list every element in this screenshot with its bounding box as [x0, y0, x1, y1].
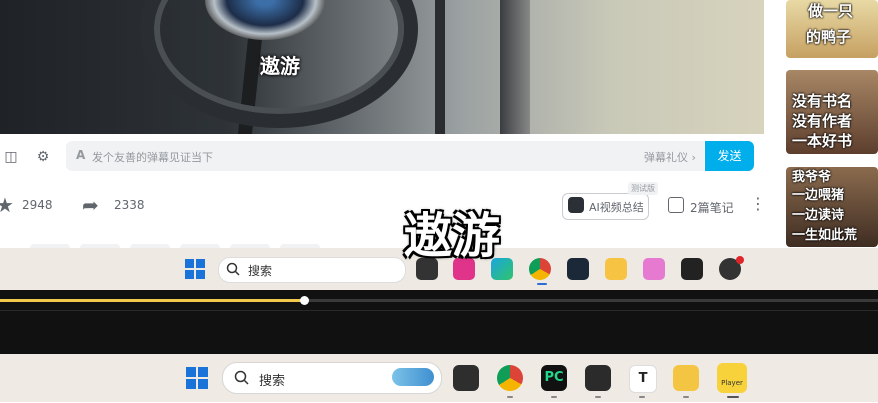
timeline-progress [0, 299, 304, 302]
task-view-icon[interactable] [453, 365, 479, 391]
thumb-text: 的鸭子 [806, 28, 852, 46]
thumb-text: 没有书名 [792, 92, 853, 110]
notes-link[interactable]: 2篇笔记 [690, 199, 734, 216]
danmaku-etiquette-link[interactable]: 弹幕礼仪 › [644, 149, 696, 165]
terminal-icon[interactable] [585, 365, 611, 391]
recommend-thumbnail[interactable]: 做一只 的鸭子 [786, 0, 878, 58]
notification-dot [736, 256, 744, 264]
share-count: 2338 [114, 198, 145, 212]
windows-start-icon[interactable] [186, 367, 208, 389]
terminal-icon[interactable] [681, 258, 703, 280]
running-indicator [595, 396, 601, 398]
danmaku-toggle-icon[interactable]: ◫ [0, 146, 22, 168]
thumb-text: 一本好书 [792, 132, 853, 150]
stove-grate [435, 0, 445, 134]
taskbar-search[interactable] [218, 257, 406, 283]
running-indicator [639, 396, 645, 398]
recommend-thumbnail[interactable]: 我爷爷 一边喂猪 一边读诗 一生如此荒 [786, 167, 878, 247]
subtitle-overlay: 遨游 [404, 208, 501, 264]
potplayer-icon[interactable]: Player [717, 363, 747, 393]
steam-icon[interactable] [567, 258, 589, 280]
video-caption: 遨游 [260, 54, 300, 78]
danmaku-placeholder: 发个友善的弹幕见证当下 [92, 151, 213, 164]
typora-icon[interactable]: T [629, 365, 657, 393]
share-icon[interactable]: ➦ [82, 193, 99, 217]
running-indicator [683, 396, 689, 398]
thumb-text: 一边喂猪 [792, 188, 845, 203]
timeline-handle[interactable] [299, 296, 309, 305]
font-style-icon[interactable]: A [76, 148, 85, 162]
video-player[interactable]: 遨游 [0, 0, 764, 134]
thumb-text: 没有作者 [792, 112, 853, 130]
thumb-text: 一边读诗 [792, 208, 845, 223]
thumb-text: 一生如此荒 [792, 228, 858, 243]
recommend-thumbnail[interactable]: 没有书名 没有作者 一本好书 [786, 70, 878, 154]
favorite-icon[interactable]: ★ [0, 193, 14, 217]
robot-icon [568, 197, 584, 213]
thumb-text: 做一只 [808, 2, 854, 20]
search-highlight-icon [392, 368, 434, 386]
chrome-icon[interactable] [529, 258, 551, 280]
divider [0, 310, 878, 311]
search-icon [226, 262, 240, 276]
file-explorer-icon[interactable] [673, 365, 699, 391]
search-label: 搜索 [259, 374, 286, 389]
favorite-count: 2948 [22, 198, 53, 212]
thumb-text: 我爷爷 [792, 170, 832, 185]
file-explorer-icon[interactable] [605, 258, 627, 280]
notes-icon[interactable] [668, 197, 684, 213]
running-indicator [551, 396, 557, 398]
ai-summary-label: AI视频总结 [589, 201, 644, 214]
active-indicator [727, 396, 739, 398]
windows-start-icon[interactable] [185, 259, 205, 279]
send-button[interactable]: 发送 [705, 141, 754, 171]
search-label: 搜索 [248, 264, 273, 278]
pycharm-icon[interactable]: PC [541, 365, 567, 391]
running-indicator [507, 396, 513, 398]
active-indicator [537, 283, 547, 285]
chrome-icon[interactable] [497, 365, 523, 391]
danmaku-settings-icon[interactable]: ⚙ [32, 146, 54, 168]
beta-tag: 测试版 [628, 182, 658, 195]
pan-edge [500, 0, 530, 134]
search-icon [234, 370, 249, 385]
more-icon[interactable]: ⋮ [750, 194, 766, 213]
cat-app-icon[interactable] [643, 258, 665, 280]
